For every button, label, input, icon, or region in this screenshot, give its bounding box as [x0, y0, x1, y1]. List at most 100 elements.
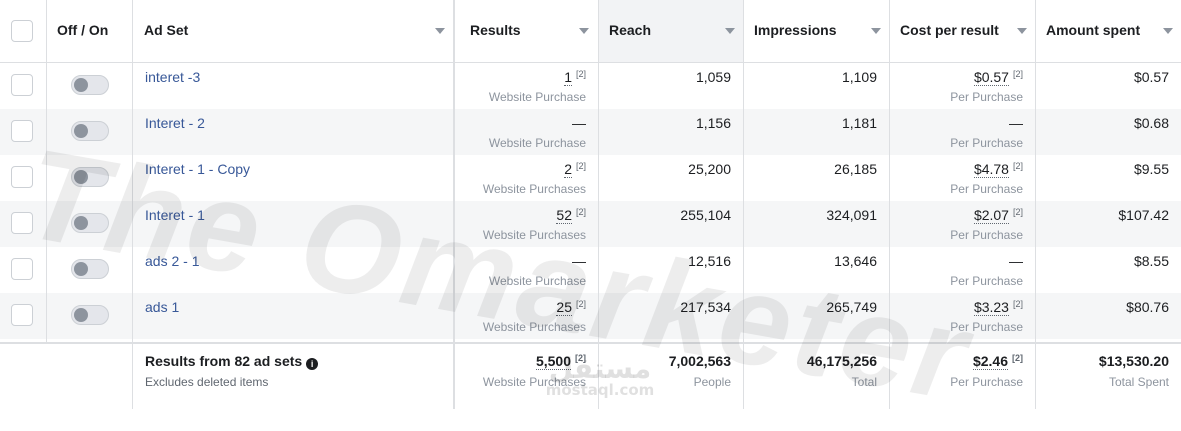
ad-set-name-link[interactable]: Interet - 1 - Copy	[145, 161, 250, 177]
sort-caret-icon[interactable]	[1017, 28, 1027, 34]
impressions-value: 1,181	[841, 115, 877, 131]
ad-set-name-link[interactable]: interet -3	[145, 69, 200, 85]
ad-set-toggle[interactable]	[71, 305, 109, 325]
total-reach-value: 7,002,563	[668, 353, 731, 369]
select-all-checkbox[interactable]	[11, 20, 33, 42]
cost-per-result-value[interactable]: $3.23 [2]	[973, 299, 1023, 316]
reach-value: 1,059	[695, 69, 731, 85]
header-select-cell	[0, 0, 46, 62]
impressions-value: 13,646	[834, 253, 877, 269]
cost-per-result-label: Per Purchase	[950, 136, 1023, 150]
reach-value: 25,200	[688, 161, 731, 177]
toggle-knob	[74, 78, 88, 92]
results-value: —	[572, 253, 586, 269]
column-header-reach: Reach	[609, 22, 652, 38]
results-label: Website Purchase	[488, 274, 586, 288]
amount-spent-value: $8.55	[1133, 253, 1169, 269]
ad-set-toggle[interactable]	[71, 167, 109, 187]
sort-caret-icon[interactable]	[871, 28, 881, 34]
ad-set-toggle[interactable]	[71, 213, 109, 233]
cost-per-result-value: —	[1009, 115, 1023, 131]
column-header-impressions: Impressions	[754, 22, 837, 38]
header-results-cell[interactable]: Results	[454, 0, 598, 62]
total-amount-spent-value: $13,530.20	[1098, 353, 1169, 369]
column-divider	[46, 0, 47, 342]
sort-caret-icon[interactable]	[1163, 28, 1173, 34]
results-value[interactable]: 1 [2]	[564, 69, 586, 86]
results-value[interactable]: 25 [2]	[556, 299, 586, 316]
info-icon[interactable]: i	[306, 358, 319, 370]
column-divider	[598, 0, 599, 409]
sort-caret-icon[interactable]	[579, 28, 589, 34]
column-header-ad-set: Ad Set	[144, 22, 189, 38]
cost-per-result-value[interactable]: $2.07 [2]	[973, 207, 1023, 224]
row-select-checkbox[interactable]	[11, 212, 33, 234]
total-results-value[interactable]: 5,500 [2]	[535, 353, 586, 370]
impressions-value: 265,749	[826, 299, 877, 315]
cost-per-result-label: Per Purchase	[950, 182, 1023, 196]
results-value: —	[572, 115, 586, 131]
header-amount-cell[interactable]: Amount spent	[1035, 0, 1181, 62]
cost-per-result-label: Per Purchase	[950, 274, 1023, 288]
column-header-results: Results	[470, 22, 521, 38]
summary-subtitle: Excludes deleted items	[145, 375, 269, 389]
ad-set-name-link[interactable]: ads 1	[145, 299, 179, 315]
cost-per-result-value[interactable]: $4.78 [2]	[973, 161, 1023, 178]
total-cost-per-result-label: Per Purchase	[950, 375, 1023, 389]
total-results-label: Website Purchases	[482, 375, 586, 389]
cost-per-result-value[interactable]: $0.57 [2]	[973, 69, 1023, 86]
row-select-checkbox[interactable]	[11, 166, 33, 188]
ad-set-toggle[interactable]	[71, 259, 109, 279]
header-cost-cell[interactable]: Cost per result	[889, 0, 1035, 62]
table-row: Interet - 1 - Copy 2 [2] Website Purchase…	[0, 155, 1181, 201]
cost-per-result-label: Per Purchase	[950, 90, 1023, 104]
header-impressions-cell[interactable]: Impressions	[743, 0, 889, 62]
header-reach-cell[interactable]: Reach	[598, 0, 743, 62]
sort-caret-icon[interactable]	[725, 28, 735, 34]
ad-set-name-link[interactable]: ads 2 - 1	[145, 253, 199, 269]
column-divider	[743, 0, 744, 409]
total-impressions-value: 46,175,256	[806, 353, 877, 369]
table-row: Interet - 1 52 [2] Website Purchases 255,…	[0, 201, 1181, 247]
column-header-cost-per-result: Cost per result	[900, 22, 999, 38]
toggle-knob	[74, 308, 88, 322]
toggle-knob	[74, 124, 88, 138]
total-cost-per-result-value[interactable]: $2.46 [2]	[972, 353, 1023, 370]
sort-caret-icon[interactable]	[435, 28, 445, 34]
impressions-value: 1,109	[841, 69, 877, 85]
results-label: Website Purchases	[482, 228, 586, 242]
ad-set-toggle[interactable]	[71, 121, 109, 141]
cost-per-result-value: —	[1009, 253, 1023, 269]
row-select-checkbox[interactable]	[11, 120, 33, 142]
total-reach-label: People	[693, 375, 731, 389]
impressions-value: 26,185	[834, 161, 877, 177]
amount-spent-value: $107.42	[1118, 207, 1169, 223]
amount-spent-value: $0.68	[1133, 115, 1169, 131]
ad-set-toggle[interactable]	[71, 75, 109, 95]
reach-value: 1,156	[695, 115, 731, 131]
total-amount-spent-label: Total Spent	[1108, 375, 1169, 389]
row-select-checkbox[interactable]	[11, 258, 33, 280]
results-value[interactable]: 2 [2]	[564, 161, 586, 178]
header-toggle-cell: Off / On	[46, 0, 132, 62]
results-label: Website Purchase	[488, 136, 586, 150]
column-divider	[453, 0, 455, 409]
table-summary-row: Results from 82 ad sets i Excludes delete…	[0, 342, 1181, 411]
results-label: Website Purchase	[488, 90, 586, 104]
table-header: Off / On Ad Set Results Reach Impression…	[0, 0, 1181, 63]
ad-set-name-link[interactable]: Interet - 1	[145, 207, 205, 223]
table-row: interet -3 1 [2] Website Purchase 1,059 1…	[0, 63, 1181, 109]
toggle-knob	[74, 170, 88, 184]
table-row: ads 1 25 [2] Website Purchases 217,534 26…	[0, 293, 1181, 339]
reach-value: 12,516	[688, 253, 731, 269]
ad-set-name-link[interactable]: Interet - 2	[145, 115, 205, 131]
cost-per-result-label: Per Purchase	[950, 228, 1023, 242]
column-header-toggle: Off / On	[57, 22, 109, 38]
row-select-checkbox[interactable]	[11, 74, 33, 96]
header-ad-set-cell[interactable]: Ad Set	[132, 0, 454, 62]
toggle-knob	[74, 216, 88, 230]
results-value[interactable]: 52 [2]	[556, 207, 586, 224]
row-select-checkbox[interactable]	[11, 304, 33, 326]
results-label: Website Purchases	[482, 182, 586, 196]
column-divider	[889, 0, 890, 409]
